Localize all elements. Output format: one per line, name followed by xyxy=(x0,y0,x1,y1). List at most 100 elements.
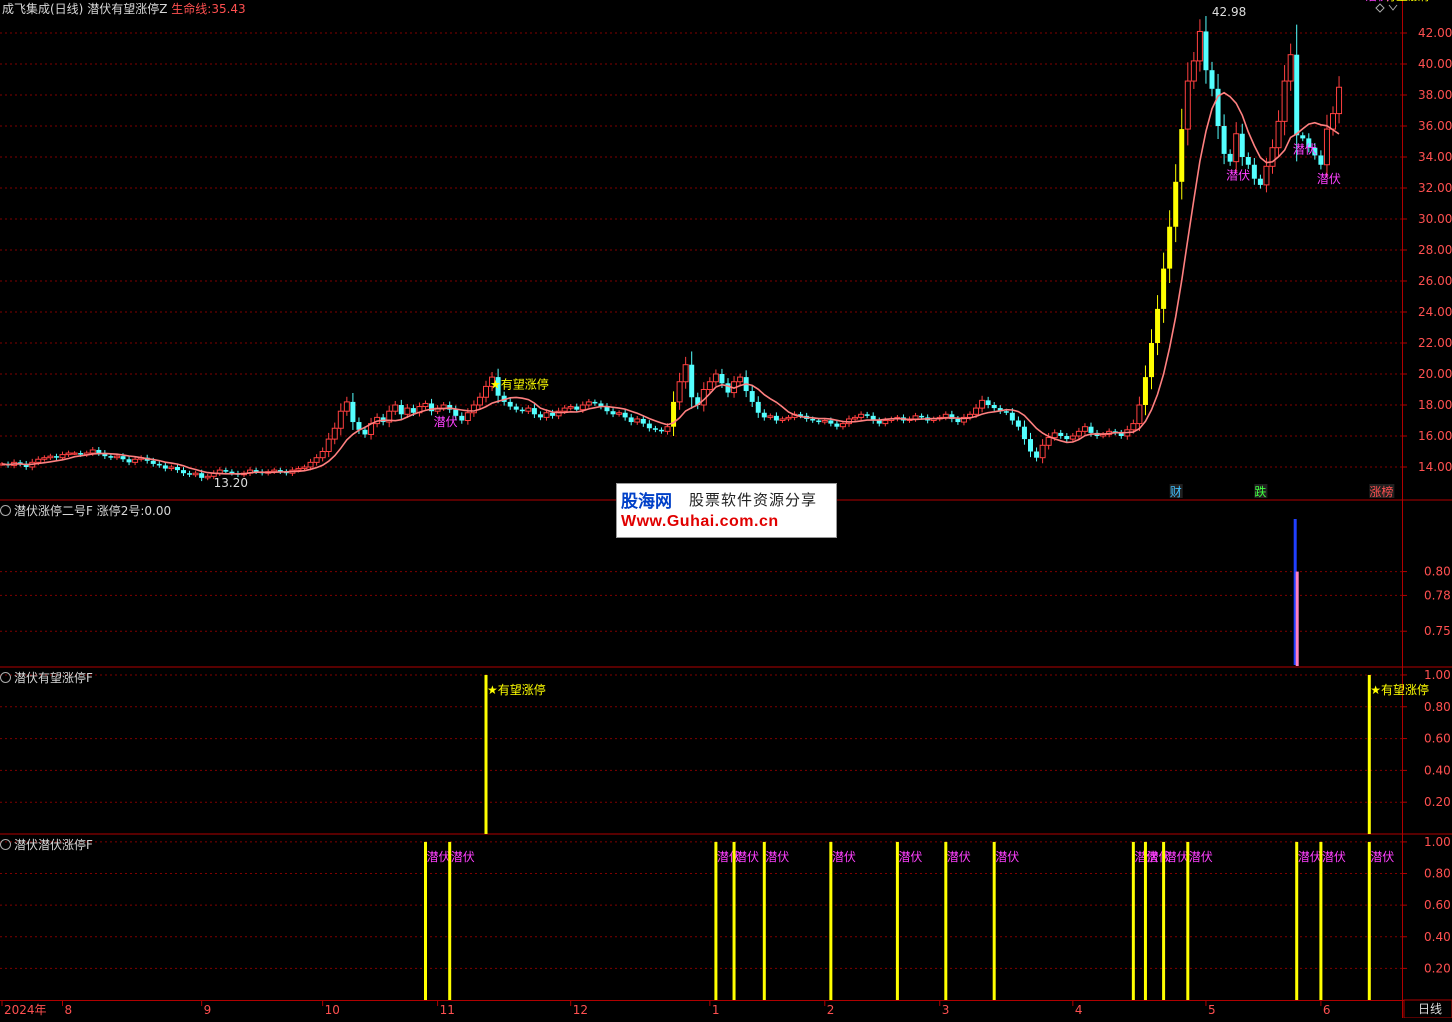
candle-body xyxy=(513,406,519,410)
candle-body xyxy=(1034,451,1040,458)
candle-body xyxy=(592,401,598,404)
candle-body xyxy=(229,471,235,474)
high-price-label: 42.98 xyxy=(1212,5,1246,19)
candle-body xyxy=(1300,135,1306,139)
bar-signal-label: 潜伏 xyxy=(995,850,1019,864)
candle-body xyxy=(507,401,513,407)
candle-body xyxy=(71,452,78,455)
y-tick-label: 20.00 xyxy=(1418,367,1452,381)
y-tick-label: 26.00 xyxy=(1418,274,1452,288)
bar-signal-label: 潜伏 xyxy=(735,850,759,864)
candle-body xyxy=(1155,308,1161,343)
bar xyxy=(895,841,899,1000)
candle-body xyxy=(525,407,532,412)
candle-body xyxy=(785,416,792,420)
y-tick-label: 0.20 xyxy=(1424,795,1451,809)
candle-body xyxy=(78,453,84,455)
y-tick-label: 0.20 xyxy=(1424,961,1451,975)
bar xyxy=(1143,841,1147,1000)
y-tick-label: 32.00 xyxy=(1418,181,1452,195)
candle-body xyxy=(464,412,471,421)
candle-body xyxy=(108,456,114,458)
candle-body xyxy=(59,454,66,459)
candle-body xyxy=(1015,420,1021,427)
candle-body xyxy=(561,407,568,412)
candle-body xyxy=(1003,411,1009,413)
candle-body xyxy=(1064,436,1070,440)
candle-body xyxy=(459,415,465,421)
candle-body xyxy=(1058,432,1064,436)
candle-body xyxy=(816,420,822,423)
die-marker: 跌 xyxy=(1254,484,1266,499)
bar-signal-label: 潜伏 xyxy=(947,850,971,864)
candle-body xyxy=(1009,412,1015,421)
y-tick-label: 0.40 xyxy=(1424,763,1451,777)
candle-body xyxy=(1039,444,1046,459)
collapse-icon[interactable] xyxy=(0,672,11,683)
chart-stage[interactable]: 14.00 16.00 18.00 20.00 22.00 24.00 26.00 28.00… xyxy=(0,0,1452,1019)
x-tick-label: 9 xyxy=(204,1003,212,1017)
candle-body xyxy=(761,412,767,418)
panel1-title: 成飞集成(日线) 潜伏有望涨停Z 生命线:35.43 xyxy=(2,0,246,17)
candle-body xyxy=(1190,60,1197,82)
candle-body xyxy=(585,401,592,406)
y-tick-label: 42.00 xyxy=(1418,26,1452,40)
y-tick-label: 34.00 xyxy=(1418,150,1452,164)
candle-body xyxy=(773,415,779,421)
candle-body xyxy=(664,426,671,432)
candle-body xyxy=(876,420,882,424)
bar-signal-label: 潜伏 xyxy=(1298,850,1322,864)
candle-body xyxy=(168,466,175,470)
bar xyxy=(992,841,996,1000)
collapse-icon[interactable] xyxy=(0,839,11,850)
candle-body xyxy=(1336,86,1343,115)
candle-body xyxy=(567,406,574,409)
candle-body xyxy=(337,410,344,429)
candle-body xyxy=(1088,426,1094,433)
y-tick-label: 40.00 xyxy=(1418,57,1452,71)
candle-body xyxy=(646,423,652,429)
bar xyxy=(448,841,452,1000)
candle-body xyxy=(634,418,641,423)
candle-body xyxy=(955,418,961,423)
candle-body xyxy=(1136,404,1143,425)
low-price-label: 13.20 xyxy=(214,476,248,490)
candle-body xyxy=(398,405,404,415)
candle-body xyxy=(1221,126,1227,154)
candle-body xyxy=(767,415,774,418)
period-label[interactable]: 日线 xyxy=(1418,1000,1442,1017)
bar-signal-label: 潜伏 xyxy=(1165,850,1189,864)
signal-latent-label: 潜伏 xyxy=(434,415,458,429)
candle-body xyxy=(839,423,846,428)
candle-body xyxy=(1081,426,1088,432)
candle-body xyxy=(864,414,870,416)
x-tick-label: 8 xyxy=(65,1003,73,1017)
candle-body xyxy=(1069,435,1076,440)
candle-body xyxy=(942,413,949,418)
candle-body xyxy=(628,417,634,423)
candle-body xyxy=(1179,129,1185,182)
candle-body xyxy=(65,452,72,456)
candle-body xyxy=(1184,80,1191,130)
watermark-url: Www.Guhai.com.cn xyxy=(621,513,779,530)
candle-body xyxy=(120,456,126,460)
y-tick-label: 18.00 xyxy=(1418,398,1452,412)
candle-body xyxy=(689,364,695,398)
bar-signal-label: 潜伏 xyxy=(427,850,451,864)
candle-body xyxy=(307,461,314,468)
candle-body xyxy=(531,408,537,415)
candle-body xyxy=(737,376,744,383)
y-tick-label: 38.00 xyxy=(1418,88,1452,102)
bar-signal-label: 潜伏 xyxy=(765,850,789,864)
y-tick-label: 14.00 xyxy=(1418,460,1452,474)
candle-body xyxy=(295,468,302,471)
bar-signal-label: 潜伏 xyxy=(1322,850,1346,864)
collapse-icon[interactable] xyxy=(0,505,11,516)
candle-body xyxy=(1161,268,1167,309)
candle-body xyxy=(132,458,139,463)
candle-body xyxy=(755,401,761,413)
panel4-title: 潜伏潜伏涨停F xyxy=(0,836,93,853)
x-tick-label: 12 xyxy=(573,1003,588,1017)
bar-signal-label: ★有望涨停 xyxy=(487,682,546,697)
candle-body xyxy=(1051,432,1058,439)
